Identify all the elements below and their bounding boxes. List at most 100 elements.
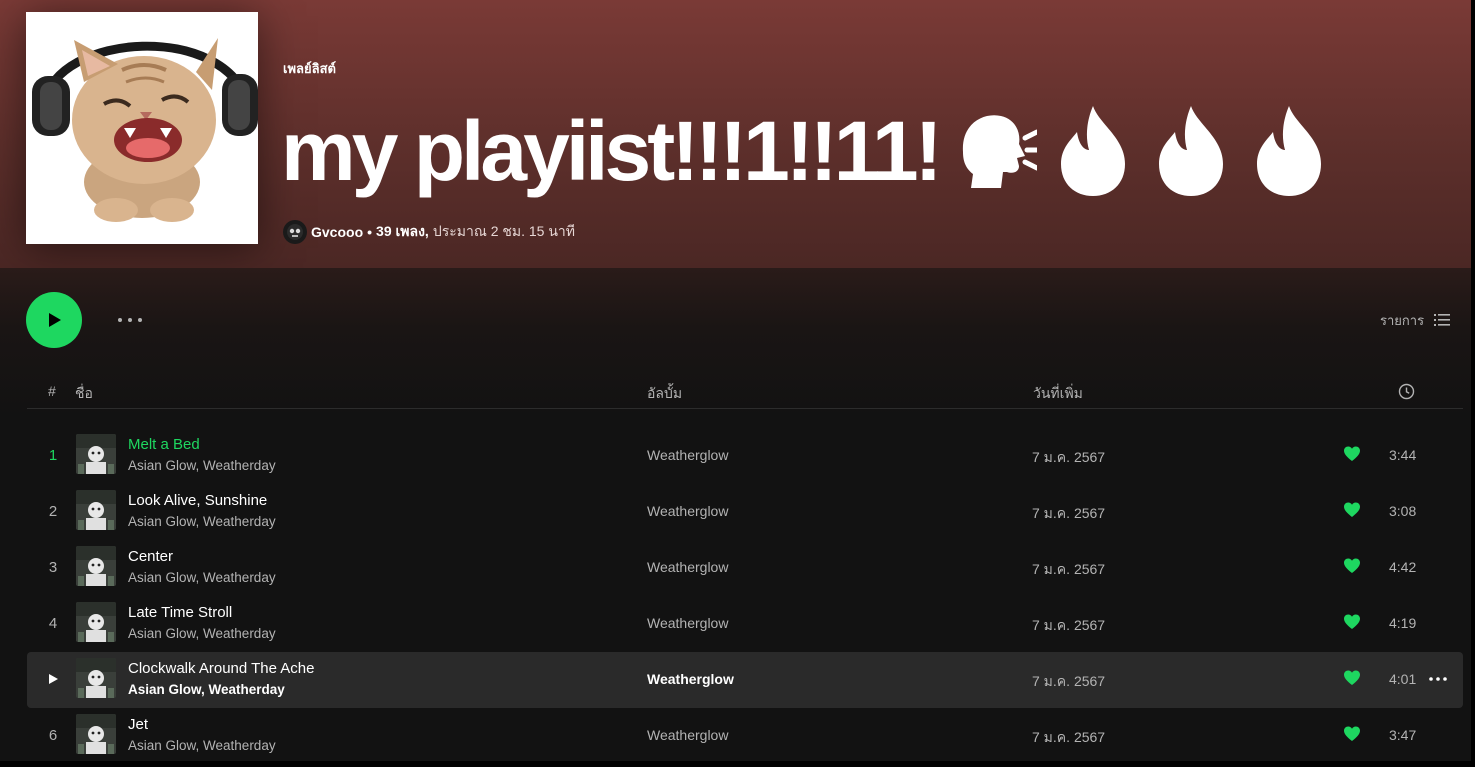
column-album[interactable]: อัลบั้ม (647, 383, 682, 405)
album-art-image (76, 714, 116, 754)
window-edge-right (1471, 0, 1475, 767)
track-album-art (76, 490, 116, 530)
clock-icon[interactable] (1398, 383, 1415, 400)
track-index: 4 (48, 615, 58, 632)
track-artist[interactable]: Asian Glow, Weatherday (128, 514, 276, 529)
track-artist[interactable]: Asian Glow, Weatherday (128, 738, 276, 753)
album-art-image (76, 490, 116, 530)
like-button[interactable] (1343, 669, 1361, 687)
track-date-added: 7 ม.ค. 2567 (1032, 449, 1106, 465)
playlist-meta: Gvcooo • 39 เพลง, ประมาณ 2 ชม. 15 นาที (283, 220, 575, 244)
track-index: 2 (48, 503, 58, 520)
track-date-added: 7 ม.ค. 2567 (1032, 729, 1106, 745)
like-button[interactable] (1343, 501, 1361, 519)
like-button[interactable] (1343, 613, 1361, 631)
track-album-art (76, 434, 116, 474)
song-count: 39 เพลง, (376, 223, 429, 239)
list-view-toggle[interactable]: รายการ (1380, 308, 1451, 332)
play-icon (49, 313, 61, 327)
playlist-page: เพลย์ลิสต์ my playiist!!!1!!11! Gvcooo •… (0, 0, 1475, 767)
track-title[interactable]: Late Time Stroll (128, 604, 232, 621)
playlist-header: เพลย์ลิสต์ my playiist!!!1!!11! Gvcooo •… (0, 0, 1475, 268)
album-art-image (76, 658, 116, 698)
cat-with-headphones-image (26, 12, 258, 244)
like-button[interactable] (1343, 725, 1361, 743)
tracklist-rows: 1 Melt a Bed Asian Glow, Weatherday Weat… (27, 428, 1463, 764)
track-title[interactable]: Clockwalk Around The Ache (128, 660, 315, 677)
track-duration: 4:19 (1389, 615, 1417, 631)
speaking-head-icon (962, 115, 1037, 188)
track-album[interactable]: Weatherglow (647, 559, 728, 575)
playlist-cover-image[interactable] (26, 12, 258, 244)
track-album[interactable]: Weatherglow (647, 447, 728, 463)
fire-icon (1256, 106, 1321, 196)
track-title[interactable]: Look Alive, Sunshine (128, 492, 267, 509)
track-duration: 4:42 (1389, 559, 1417, 575)
tracklist-header: # ชื่อ อัลบั้ม วันที่เพิ่ม (27, 376, 1463, 409)
play-button[interactable] (26, 292, 82, 348)
playlist-title[interactable]: my playiist!!!1!!11! (281, 109, 943, 193)
track-title[interactable]: Jet (128, 716, 148, 733)
more-dots-icon (118, 318, 142, 322)
track-more-button[interactable] (1427, 670, 1449, 688)
track-artist[interactable]: Asian Glow, Weatherday (128, 626, 276, 641)
track-album[interactable]: Weatherglow (647, 727, 728, 743)
album-art-image (76, 546, 116, 586)
column-title[interactable]: ชื่อ (75, 383, 93, 405)
track-album[interactable]: Weatherglow (647, 503, 728, 519)
more-dots-icon (1429, 677, 1447, 681)
liked-heart-icon (1344, 446, 1360, 461)
play-icon (49, 674, 58, 684)
fire-icon (1060, 106, 1125, 196)
track-duration: 3:47 (1389, 727, 1417, 743)
owner-link[interactable]: Gvcooo (311, 224, 363, 240)
track-duration: 3:08 (1389, 503, 1417, 519)
track-index: 3 (48, 559, 58, 576)
meta-separator: • (367, 224, 373, 240)
track-row[interactable]: 3 Center Asian Glow, Weatherday Weatherg… (27, 540, 1463, 596)
track-row[interactable]: 1 Melt a Bed Asian Glow, Weatherday Weat… (27, 428, 1463, 484)
track-artist[interactable]: Asian Glow, Weatherday (128, 458, 276, 473)
track-duration: 4:01 (1389, 671, 1417, 687)
liked-heart-icon (1344, 670, 1360, 685)
track-play-button[interactable] (27, 671, 79, 689)
track-album[interactable]: Weatherglow (647, 615, 728, 631)
album-art-image (76, 434, 116, 474)
track-date-added: 7 ม.ค. 2567 (1032, 505, 1106, 521)
liked-heart-icon (1344, 614, 1360, 629)
track-title[interactable]: Center (128, 548, 173, 565)
liked-heart-icon (1344, 558, 1360, 573)
liked-heart-icon (1344, 502, 1360, 517)
fire-icon (1158, 106, 1223, 196)
like-button[interactable] (1343, 445, 1361, 463)
avatar-face-icon (287, 224, 303, 240)
track-row[interactable]: 4 Late Time Stroll Asian Glow, Weatherda… (27, 596, 1463, 652)
playlist-type-label: เพลย์ลิสต์ (283, 61, 336, 76)
more-options-button[interactable] (110, 306, 150, 334)
track-album[interactable]: Weatherglow (647, 671, 734, 687)
like-button[interactable] (1343, 557, 1361, 575)
track-album-art (76, 546, 116, 586)
track-album-art (76, 658, 116, 698)
tracklist-section: รายการ # ชื่อ อัลบั้ม วันที่เพิ่ม 1 Melt… (0, 268, 1475, 767)
track-index: 6 (48, 727, 58, 744)
track-album-art (76, 714, 116, 754)
owner-avatar[interactable] (283, 220, 307, 244)
track-date-added: 7 ม.ค. 2567 (1032, 617, 1106, 633)
playlist-title-row[interactable]: my playiist!!!1!!11! (281, 96, 1331, 206)
track-row[interactable]: Clockwalk Around The Ache Asian Glow, We… (27, 652, 1463, 708)
track-artist[interactable]: Asian Glow, Weatherday (128, 682, 285, 697)
album-art-image (76, 602, 116, 642)
track-artist[interactable]: Asian Glow, Weatherday (128, 570, 276, 585)
window-edge-bottom (0, 761, 1475, 767)
track-album-art (76, 602, 116, 642)
track-date-added: 7 ม.ค. 2567 (1032, 561, 1106, 577)
column-index: # (48, 383, 56, 399)
track-row[interactable]: 2 Look Alive, Sunshine Asian Glow, Weath… (27, 484, 1463, 540)
column-date-added[interactable]: วันที่เพิ่ม (1033, 383, 1083, 405)
track-duration: 3:44 (1389, 447, 1417, 463)
list-view-label: รายการ (1380, 312, 1425, 328)
track-date-added: 7 ม.ค. 2567 (1032, 673, 1106, 689)
track-row[interactable]: 6 Jet Asian Glow, Weatherday Weatherglow… (27, 708, 1463, 764)
track-title[interactable]: Melt a Bed (128, 436, 200, 453)
